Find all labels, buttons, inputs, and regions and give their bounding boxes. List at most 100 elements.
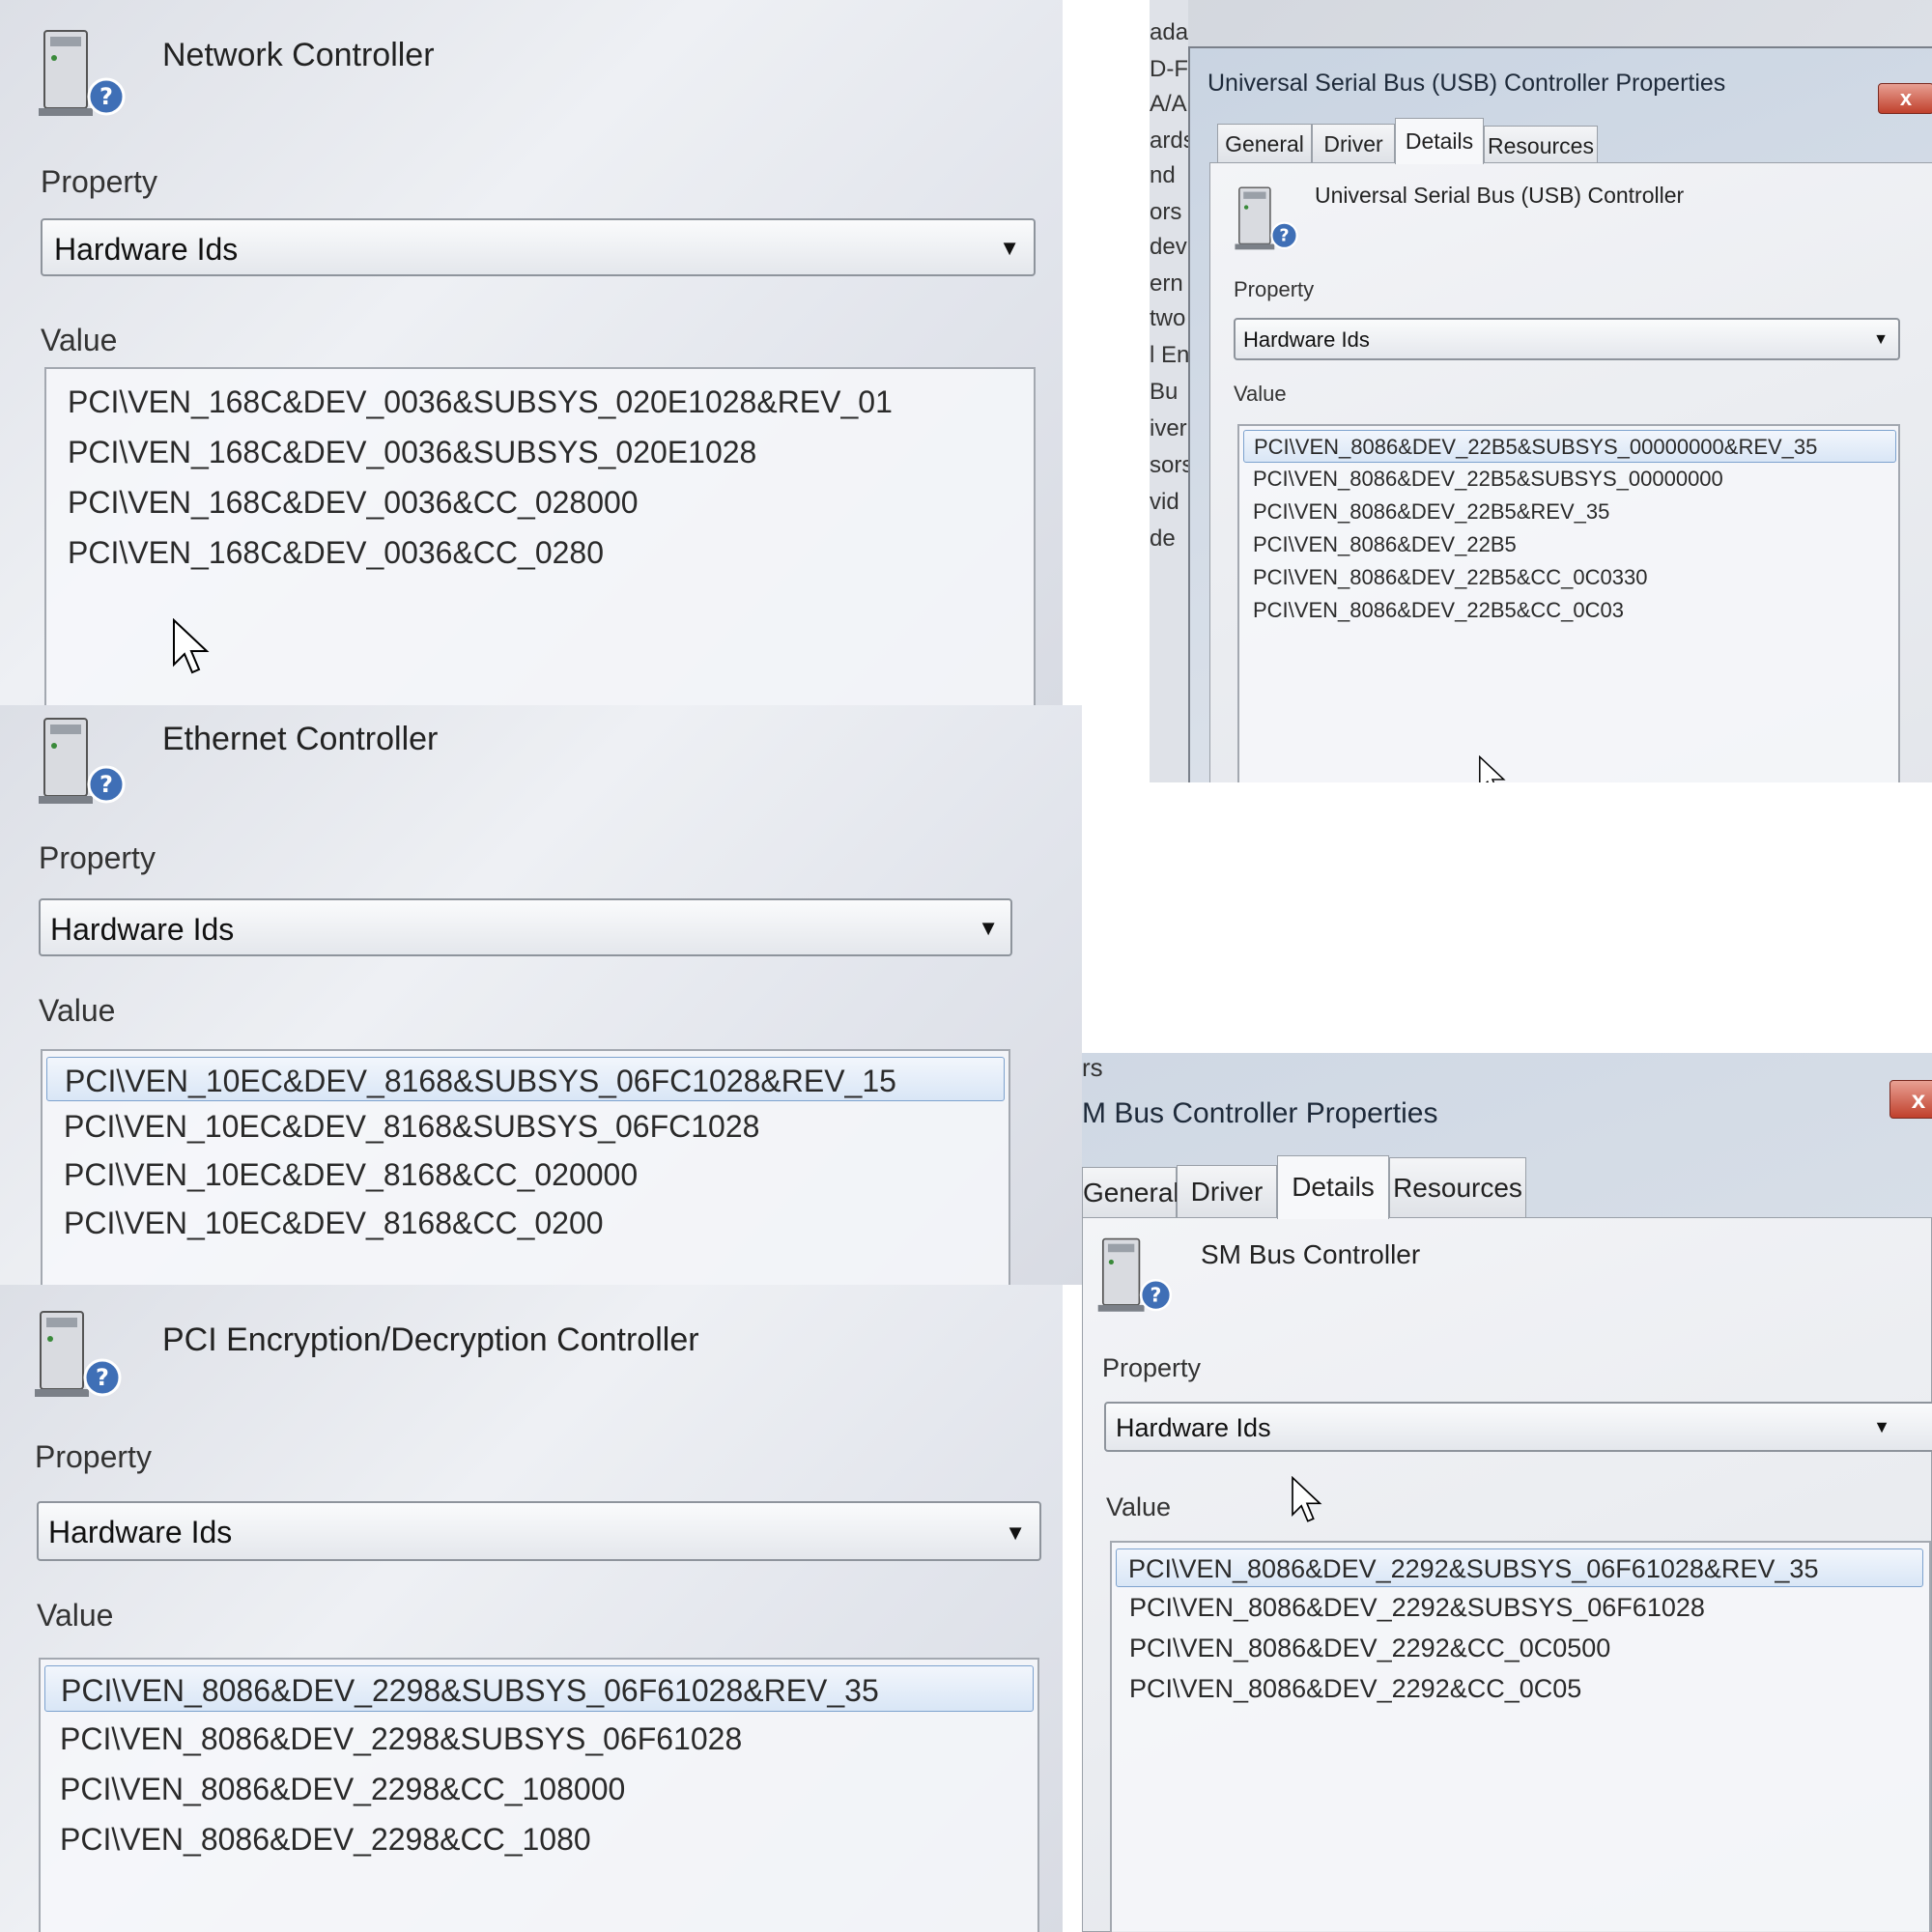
chevron-down-icon: ▼ (978, 916, 999, 940)
list-item[interactable]: PCI\VEN_8086&DEV_22B5&CC_0C0330 (1253, 565, 1647, 590)
list-item[interactable]: PCI\VEN_10EC&DEV_8168&CC_0200 (64, 1206, 604, 1241)
list-item[interactable]: PCI\VEN_8086&DEV_22B5&REV_35 (1253, 499, 1609, 525)
property-dropdown-value: Hardware Ids (48, 1515, 233, 1549)
value-label: Value (1106, 1492, 1172, 1521)
value-list[interactable]: PCI\VEN_8086&DEV_2298&SUBSYS_06F61028&RE… (39, 1658, 1039, 1932)
background-text: l En (1150, 342, 1188, 368)
background-text: iver (1150, 415, 1187, 441)
list-item[interactable]: PCI\VEN_8086&DEV_22B5&SUBSYS_00000000 (1253, 467, 1723, 492)
window-title: Universal Serial Bus (USB) Controller Pr… (1208, 70, 1726, 97)
unknown-device-icon: ? (35, 1311, 122, 1397)
encryption-controller-panel: ? PCI Encryption/Decryption Controller P… (0, 1285, 1063, 1932)
usb-controller-panel: adapters D-F A/A ards nd ors dev ern two… (1150, 0, 1932, 782)
properties-window: Universal Serial Bus (USB) Controller Pr… (1188, 46, 1932, 782)
property-dropdown[interactable]: Hardware Ids ▼ (37, 1501, 1041, 1561)
background-text: rs (1082, 1053, 1103, 1082)
property-dropdown-value: Hardware Ids (50, 912, 235, 947)
background-text: dev (1150, 234, 1187, 260)
list-item[interactable]: PCI\VEN_168C&DEV_0036&SUBSYS_020E1028 (68, 435, 756, 470)
svg-text:?: ? (99, 771, 113, 798)
chevron-down-icon: ▼ (1005, 1520, 1026, 1545)
background-text: ern (1150, 270, 1183, 297)
list-item[interactable]: PCI\VEN_8086&DEV_2298&CC_108000 (60, 1772, 625, 1807)
ethernet-controller-panel: ? Ethernet Controller Property Hardware … (0, 705, 1082, 1285)
mouse-cursor-icon (173, 618, 210, 674)
background-text: A/A (1150, 91, 1187, 117)
property-label: Property (1102, 1353, 1202, 1382)
list-item[interactable]: PCI\VEN_168C&DEV_0036&SUBSYS_020E1028&RE… (68, 384, 893, 420)
property-dropdown-value: Hardware Ids (1116, 1413, 1271, 1442)
background-text: two (1150, 305, 1186, 331)
device-name: PCI Encryption/Decryption Controller (162, 1321, 699, 1358)
list-item[interactable]: PCI\VEN_8086&DEV_2292&CC_0C0500 (1129, 1634, 1610, 1663)
list-item[interactable]: PCI\VEN_8086&DEV_2298&SUBSYS_06F61028 (60, 1721, 742, 1757)
list-item[interactable]: PCI\VEN_168C&DEV_0036&CC_0280 (68, 535, 604, 571)
list-item[interactable]: PCI\VEN_8086&DEV_2292&CC_0C05 (1129, 1674, 1581, 1704)
tab-resources[interactable]: Resources (1389, 1157, 1526, 1217)
value-label: Value (39, 993, 116, 1028)
value-label: Value (37, 1598, 114, 1633)
background-text: ards (1150, 128, 1188, 154)
device-name: Ethernet Controller (162, 721, 439, 757)
list-item[interactable]: PCI\VEN_8086&DEV_2298&CC_1080 (60, 1822, 591, 1858)
list-item[interactable]: PCI\VEN_168C&DEV_0036&CC_028000 (68, 485, 639, 521)
list-item-selected[interactable]: PCI\VEN_10EC&DEV_8168&SUBSYS_06FC1028&RE… (46, 1057, 1005, 1101)
background-device-list: adapters D-F A/A ards nd ors dev ern two… (1150, 0, 1188, 782)
svg-text:?: ? (1279, 227, 1289, 246)
value-label: Value (41, 323, 118, 357)
close-button[interactable]: x (1878, 83, 1932, 114)
tab-driver[interactable]: Driver (1312, 124, 1395, 162)
network-controller-panel: ? Network Controller Property Hardware I… (0, 0, 1063, 705)
value-list[interactable]: PCI\VEN_8086&DEV_2292&SUBSYS_06F61028&RE… (1110, 1541, 1931, 1932)
background-text: de (1150, 526, 1176, 552)
value-list[interactable]: PCI\VEN_10EC&DEV_8168&SUBSYS_06FC1028&RE… (41, 1049, 1010, 1285)
property-label: Property (41, 164, 157, 199)
tab-driver[interactable]: Driver (1177, 1165, 1277, 1217)
property-dropdown[interactable]: Hardware Ids ▼ (1104, 1402, 1932, 1452)
tab-general[interactable]: General (1082, 1167, 1179, 1217)
unknown-device-icon: ? (39, 30, 126, 116)
list-item-selected[interactable]: PCI\VEN_8086&DEV_2292&SUBSYS_06F61028&RE… (1116, 1548, 1923, 1587)
unknown-device-icon: ? (1097, 1237, 1173, 1312)
property-dropdown-value: Hardware Ids (54, 232, 239, 267)
value-list[interactable]: PCI\VEN_8086&DEV_22B5&SUBSYS_00000000&RE… (1237, 424, 1900, 782)
chevron-down-icon: ▼ (1873, 1417, 1890, 1436)
property-dropdown[interactable]: Hardware Ids ▼ (1234, 318, 1900, 360)
mouse-cursor-icon (1292, 1476, 1322, 1522)
unknown-device-icon: ? (1235, 186, 1298, 250)
device-name: SM Bus Controller (1201, 1239, 1421, 1269)
background-text: Bu (1150, 379, 1179, 405)
close-button[interactable]: x (1889, 1080, 1932, 1119)
property-dropdown[interactable]: Hardware Ids ▼ (39, 898, 1012, 956)
property-label: Property (1234, 277, 1315, 301)
svg-text:?: ? (1151, 1283, 1162, 1306)
svg-text:?: ? (99, 83, 113, 110)
list-item[interactable]: PCI\VEN_10EC&DEV_8168&SUBSYS_06FC1028 (64, 1109, 759, 1145)
details-tab-page: ? Universal Serial Bus (USB) Controller … (1209, 162, 1932, 782)
background-text: D-F (1150, 56, 1188, 82)
tab-details[interactable]: Details (1395, 118, 1484, 164)
list-item-selected[interactable]: PCI\VEN_8086&DEV_2298&SUBSYS_06F61028&RE… (44, 1665, 1034, 1712)
background-text: sors (1150, 452, 1188, 478)
background-text: adapters (1150, 19, 1188, 45)
details-tab-page: ? SM Bus Controller Property Hardware Id… (1082, 1217, 1932, 1932)
list-item[interactable]: PCI\VEN_8086&DEV_22B5 (1253, 532, 1517, 557)
background-text: ors (1150, 199, 1182, 225)
property-label: Property (39, 840, 156, 875)
list-item[interactable]: PCI\VEN_8086&DEV_2292&SUBSYS_06F61028 (1129, 1593, 1705, 1623)
list-item-selected[interactable]: PCI\VEN_8086&DEV_22B5&SUBSYS_00000000&RE… (1243, 430, 1896, 463)
list-item[interactable]: PCI\VEN_10EC&DEV_8168&CC_020000 (64, 1157, 638, 1193)
property-label: Property (35, 1439, 152, 1474)
mouse-cursor-icon (1479, 755, 1506, 782)
smbus-controller-panel: rs M Bus Controller Properties x General… (1082, 1053, 1932, 1932)
window-title: M Bus Controller Properties (1082, 1097, 1438, 1129)
tab-details[interactable]: Details (1277, 1155, 1389, 1219)
list-item[interactable]: PCI\VEN_8086&DEV_22B5&CC_0C03 (1253, 598, 1624, 623)
device-name: Universal Serial Bus (USB) Controller (1315, 183, 1685, 208)
device-name: Network Controller (162, 37, 435, 73)
tab-resources[interactable]: Resources (1484, 126, 1598, 164)
tab-general[interactable]: General (1217, 124, 1312, 162)
property-dropdown[interactable]: Hardware Ids ▼ (41, 218, 1036, 276)
value-label: Value (1234, 382, 1287, 406)
chevron-down-icon: ▼ (999, 236, 1020, 260)
